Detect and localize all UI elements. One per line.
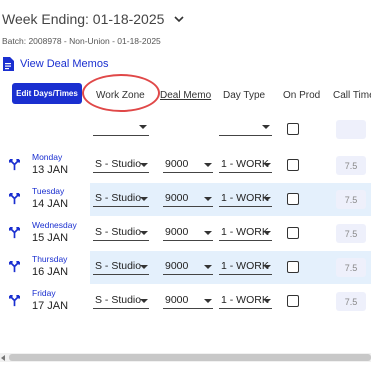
dropdown-arrow-icon: [263, 163, 271, 167]
column-header-on-prod[interactable]: On Prod: [283, 84, 320, 106]
day-type-value: 1 - WORK: [221, 260, 269, 272]
on-prod-checkbox[interactable]: [287, 159, 299, 171]
day-of-week: Wednesday: [32, 220, 77, 230]
work-zone-value: S - Studio: [95, 192, 142, 204]
dropdown-arrow-icon: [204, 163, 212, 167]
deal-memo-value: 9000: [165, 294, 189, 306]
view-deal-memos-link[interactable]: View Deal Memos: [2, 57, 108, 71]
split-icon[interactable]: [8, 294, 21, 307]
day-of-week: Thursday: [32, 254, 68, 264]
dropdown-arrow-icon: [262, 125, 270, 129]
call-time-input[interactable]: 7.5: [336, 156, 366, 175]
dropdown-arrow-icon: [140, 163, 148, 167]
dropdown-arrow-icon: [204, 197, 212, 201]
on-prod-checkbox[interactable]: [287, 227, 299, 239]
split-icon[interactable]: [8, 226, 21, 239]
work-zone-value: S - Studio: [95, 294, 142, 306]
on-prod-filter-checkbox[interactable]: [287, 123, 299, 135]
batch-info: Batch: 2008978 - Non-Union - 01-18-2025: [2, 36, 161, 46]
call-time-input[interactable]: 7.5: [336, 292, 366, 311]
table-row: Tuesday 14 JAN S - Studio 9000 1 - WORK …: [0, 183, 371, 216]
table-row: Thursday 16 JAN S - Studio 9000 1 - WORK…: [0, 251, 371, 284]
day-date: 14 JAN: [32, 198, 69, 210]
day-type-select[interactable]: 1 - WORK: [219, 260, 272, 275]
dropdown-arrow-icon: [263, 265, 271, 269]
day-type-value: 1 - WORK: [221, 158, 269, 170]
day-type-select[interactable]: 1 - WORK: [219, 226, 272, 241]
table-row: Friday 17 JAN S - Studio 9000 1 - WORK 7…: [0, 285, 371, 318]
day-type-value: 1 - WORK: [221, 226, 269, 238]
dropdown-arrow-icon: [140, 299, 148, 303]
deal-memo-select[interactable]: 9000: [163, 192, 213, 207]
table-row: Wednesday 15 JAN S - Studio 9000 1 - WOR…: [0, 217, 371, 250]
day-date: 15 JAN: [32, 232, 69, 244]
dropdown-arrow-icon: [263, 299, 271, 303]
highlight-ring: [82, 74, 160, 112]
work-zone-value: S - Studio: [95, 158, 142, 170]
deal-memo-select[interactable]: 9000: [163, 158, 213, 173]
on-prod-checkbox[interactable]: [287, 261, 299, 273]
dropdown-arrow-icon: [204, 299, 212, 303]
dropdown-arrow-icon: [263, 197, 271, 201]
dropdown-arrow-icon: [204, 231, 212, 235]
call-time-filter[interactable]: [336, 120, 366, 139]
day-type-select[interactable]: 1 - WORK: [219, 192, 272, 207]
work-zone-select[interactable]: S - Studio: [93, 294, 149, 309]
column-header-call-time[interactable]: Call Time: [333, 84, 371, 106]
edit-days-times-button[interactable]: Edit Days/Times: [12, 83, 82, 104]
day-of-week: Tuesday: [32, 186, 65, 196]
on-prod-checkbox[interactable]: [287, 295, 299, 307]
dropdown-arrow-icon: [140, 265, 148, 269]
deal-memo-value: 9000: [165, 260, 189, 272]
deal-memo-select[interactable]: 9000: [163, 260, 213, 275]
work-zone-select[interactable]: S - Studio: [93, 192, 149, 207]
day-type-select[interactable]: 1 - WORK: [219, 294, 272, 309]
dropdown-arrow-icon: [140, 231, 148, 235]
dropdown-arrow-icon: [139, 125, 147, 129]
split-icon[interactable]: [8, 192, 21, 205]
deal-memo-value: 9000: [165, 192, 189, 204]
day-date: 16 JAN: [32, 266, 69, 278]
day-type-filter[interactable]: [219, 120, 272, 136]
split-icon[interactable]: [8, 260, 21, 273]
on-prod-checkbox[interactable]: [287, 193, 299, 205]
week-ending-label: Week Ending: 01-18-2025: [2, 11, 165, 27]
deal-memo-value: 9000: [165, 158, 189, 170]
dropdown-arrow-icon: [263, 231, 271, 235]
deal-memo-select[interactable]: 9000: [163, 294, 213, 309]
work-zone-filter[interactable]: [93, 120, 149, 136]
day-type-value: 1 - WORK: [221, 192, 269, 204]
work-zone-select[interactable]: S - Studio: [93, 158, 149, 173]
scrollbar-thumb[interactable]: [9, 354, 371, 361]
day-type-value: 1 - WORK: [221, 294, 269, 306]
split-icon[interactable]: [8, 158, 21, 171]
chevron-down-icon: [174, 16, 184, 23]
horizontal-scrollbar[interactable]: [0, 353, 371, 362]
day-type-select[interactable]: 1 - WORK: [219, 158, 272, 173]
dropdown-arrow-icon: [204, 265, 212, 269]
call-time-input[interactable]: 7.5: [336, 224, 366, 243]
scroll-left-arrow-icon[interactable]: [1, 355, 5, 361]
table-row: Monday 13 JAN S - Studio 9000 1 - WORK 7…: [0, 149, 371, 182]
work-zone-value: S - Studio: [95, 260, 142, 272]
deal-memo-select[interactable]: 9000: [163, 226, 213, 241]
document-icon: [3, 57, 14, 71]
dropdown-arrow-icon: [140, 197, 148, 201]
column-header-deal-memo[interactable]: Deal Memo: [160, 84, 211, 106]
call-time-input[interactable]: 7.5: [336, 258, 366, 277]
week-ending-selector[interactable]: Week Ending: 01-18-2025: [2, 11, 186, 27]
day-of-week: Monday: [32, 152, 63, 162]
work-zone-select[interactable]: S - Studio: [93, 226, 149, 241]
day-of-week: Friday: [32, 288, 56, 298]
work-zone-value: S - Studio: [95, 226, 142, 238]
column-header-day-type[interactable]: Day Type: [223, 84, 265, 106]
day-date: 13 JAN: [32, 164, 69, 176]
work-zone-select[interactable]: S - Studio: [93, 260, 149, 275]
deal-memo-value: 9000: [165, 226, 189, 238]
view-deal-memos-label: View Deal Memos: [20, 58, 109, 70]
day-date: 17 JAN: [32, 300, 69, 312]
call-time-input[interactable]: 7.5: [336, 190, 366, 209]
